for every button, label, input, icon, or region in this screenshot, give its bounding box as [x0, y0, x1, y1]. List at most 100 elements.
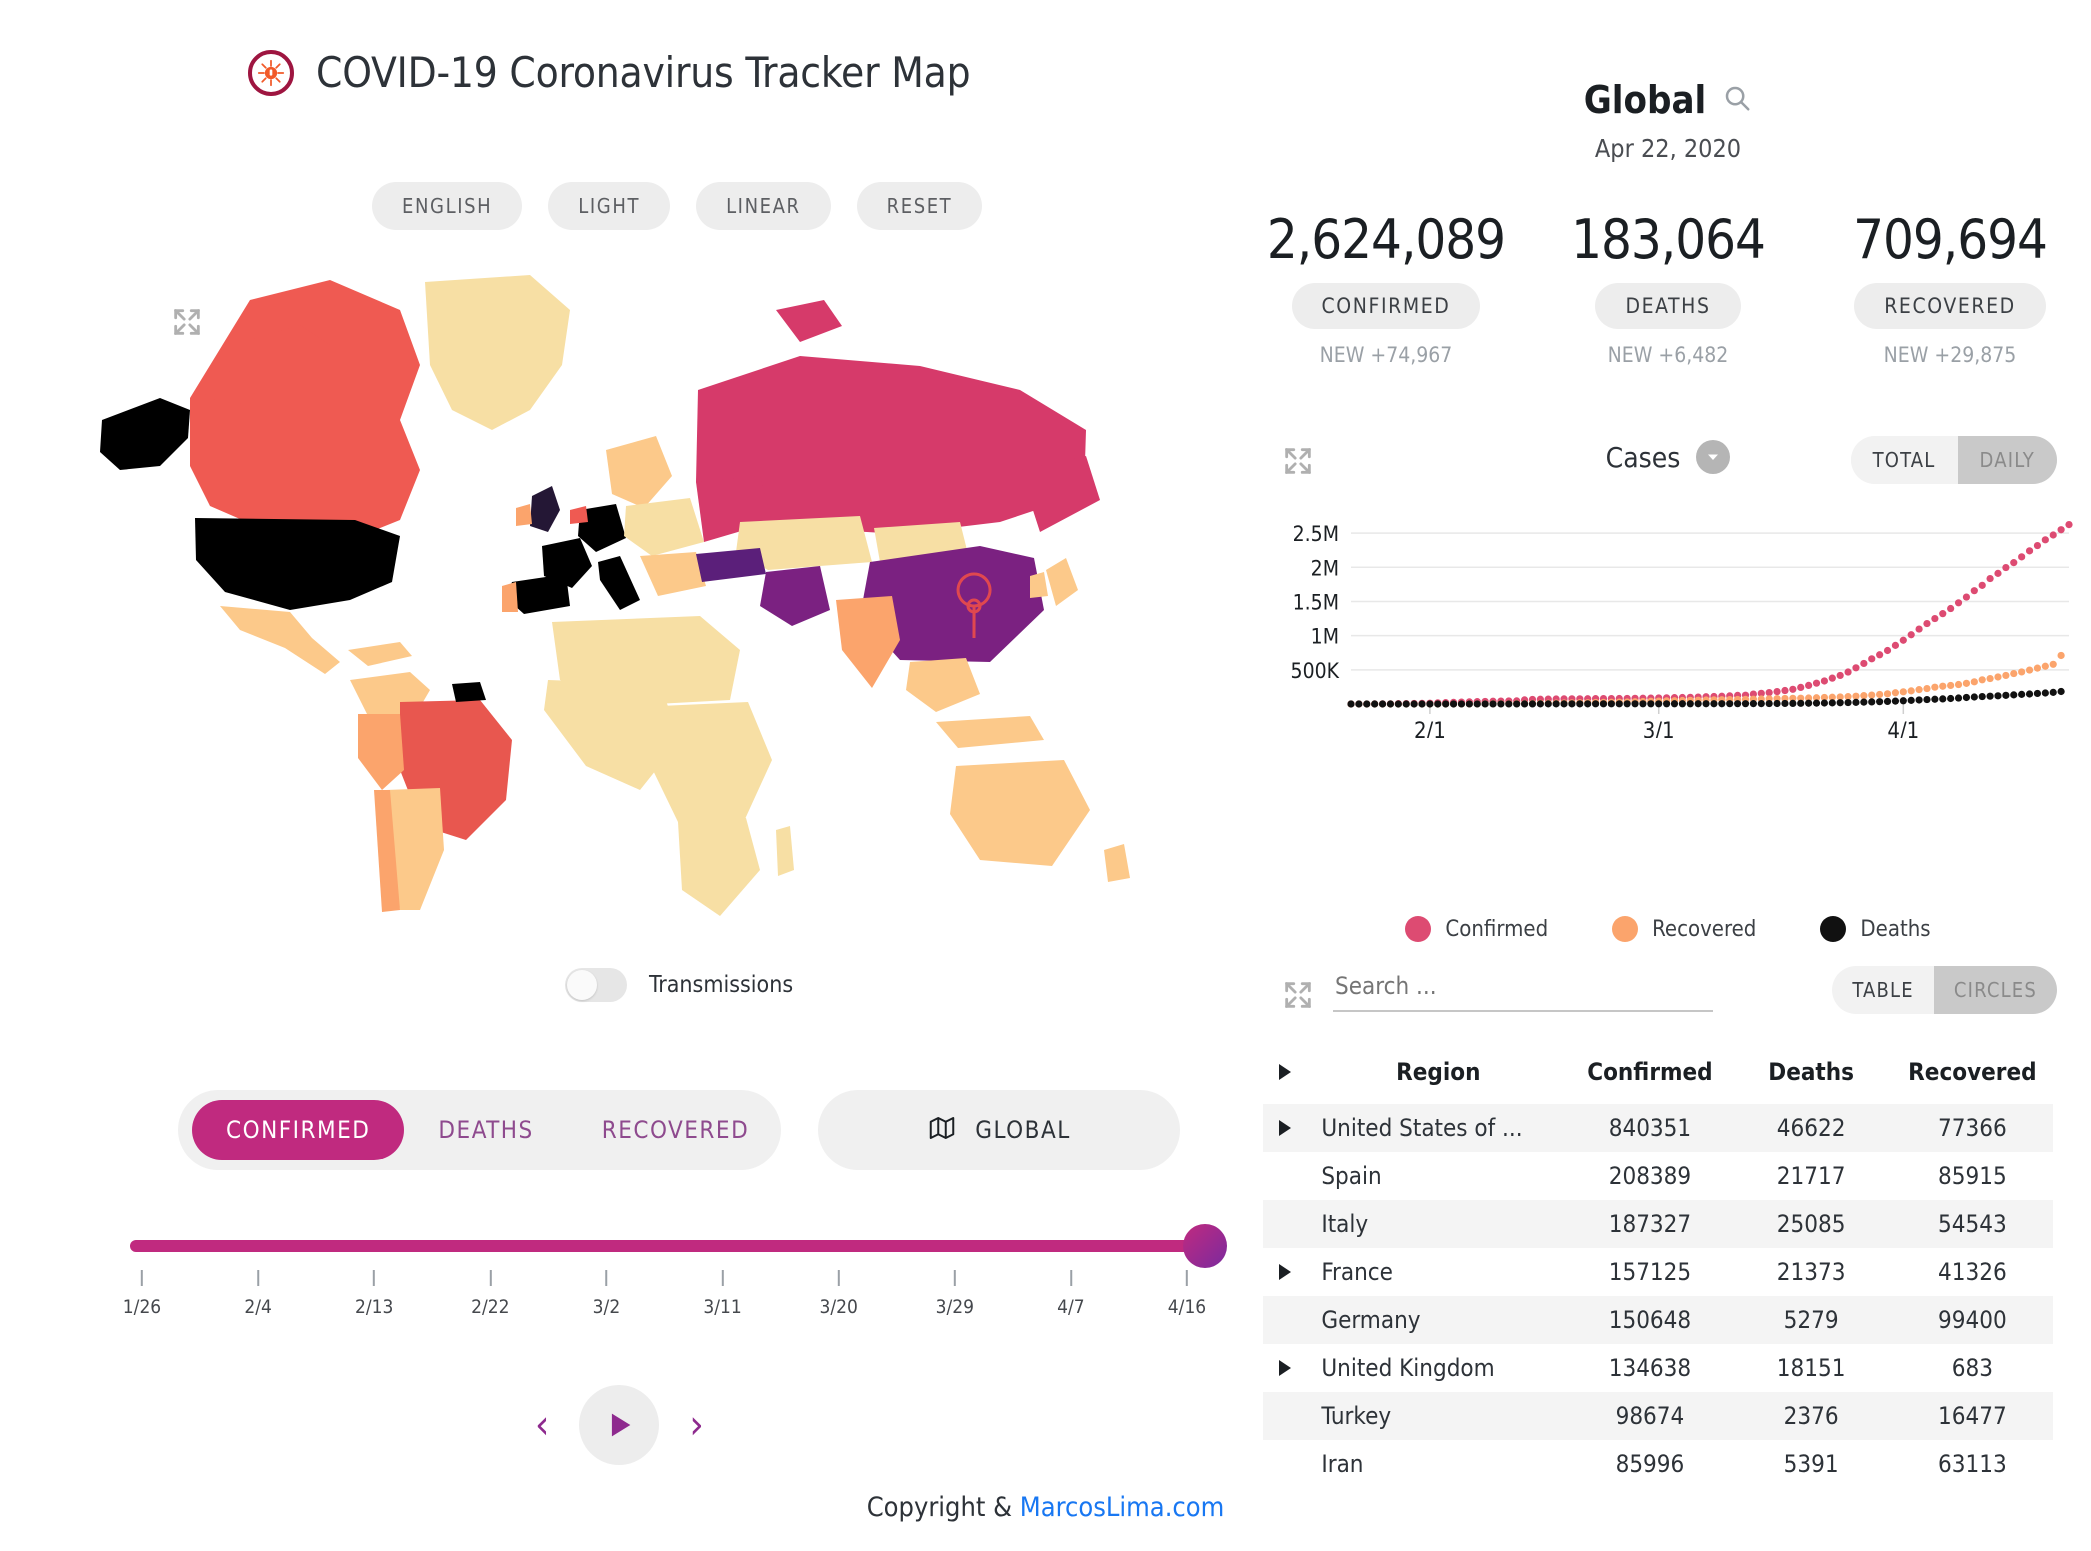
tab-deaths[interactable]: DEATHS: [404, 1100, 567, 1160]
map-options: ENGLISH LIGHT LINEAR RESET: [372, 182, 983, 230]
chart-mode-daily[interactable]: DAILY: [1957, 436, 2057, 484]
view-circles-button[interactable]: CIRCLES: [1933, 966, 2057, 1014]
stat-confirmed-new: NEW +74,967: [1319, 342, 1453, 367]
table-expand-icon[interactable]: [1281, 978, 1315, 1012]
chevron-left-icon[interactable]: ‹: [535, 1405, 549, 1445]
expand-all-cell[interactable]: [1263, 1048, 1307, 1104]
transmissions-label: Transmissions: [649, 972, 794, 998]
stat-deaths-label[interactable]: DEATHS: [1595, 282, 1741, 329]
timeline-track[interactable]: [130, 1224, 1227, 1268]
table-row[interactable]: Iran 85996 5391 63113: [1263, 1440, 2053, 1488]
country-usa: [195, 518, 400, 610]
cell-recovered: 683: [1951, 1354, 1993, 1382]
row-expand-toggle[interactable]: [1263, 1296, 1307, 1344]
timeline-tick: 3/29: [936, 1270, 974, 1318]
cell-deaths: 18151: [1776, 1354, 1846, 1382]
legend-dot-confirmed: [1405, 916, 1432, 942]
table-row[interactable]: United States of ... 840351 46622 77366: [1263, 1104, 2053, 1152]
chart-mode-toggle: TOTAL DAILY: [1850, 436, 2057, 484]
table-search[interactable]: [1333, 968, 1717, 1012]
col-deaths[interactable]: Deaths: [1731, 1048, 1892, 1104]
triangle-right-icon[interactable]: [1279, 1264, 1292, 1280]
legend-item-confirmed: Confirmed: [1405, 916, 1548, 942]
chevron-right-icon[interactable]: ›: [689, 1405, 703, 1445]
triangle-right-icon[interactable]: [1279, 1120, 1292, 1136]
cases-chart[interactable]: 500K 1M 1.5M 2M 2.5M 2/1 3/1 4/1: [1273, 508, 2073, 744]
table-row[interactable]: United Kingdom 134638 18151 683: [1263, 1344, 2053, 1392]
row-expand-toggle[interactable]: [1263, 1392, 1307, 1440]
timeline-tick: 1/26: [123, 1270, 161, 1318]
table-row[interactable]: Italy 187327 25085 54543: [1263, 1200, 2053, 1248]
table-row[interactable]: France 157125 21373 41326: [1263, 1248, 2053, 1296]
chart-y-tick: 2.5M: [1293, 522, 1339, 546]
row-expand-toggle[interactable]: [1263, 1104, 1307, 1152]
row-expand-toggle[interactable]: [1263, 1344, 1307, 1392]
footer-link[interactable]: MarcosLima.com: [1020, 1492, 1225, 1523]
stat-confirmed-label[interactable]: CONFIRMED: [1291, 282, 1481, 329]
row-expand-toggle[interactable]: [1263, 1152, 1307, 1200]
timeline-slider[interactable]: 1/26 2/4 2/13 2/22 3/2 3/11 3/20 3/29 4/7 4/16: [123, 1224, 1230, 1330]
country-caribbean: [348, 642, 412, 666]
country-poland-east: [624, 498, 704, 556]
triangle-right-icon[interactable]: [1279, 1360, 1292, 1376]
chevron-down-icon[interactable]: [1696, 440, 1731, 474]
theme-button[interactable]: LIGHT: [548, 182, 671, 230]
cell-region: Turkey: [1321, 1402, 1392, 1430]
tab-recovered[interactable]: RECOVERED: [568, 1100, 783, 1160]
table-row[interactable]: Spain 208389 21717 85915: [1263, 1152, 2053, 1200]
table-row[interactable]: Turkey 98674 2376 16477: [1263, 1392, 2053, 1440]
language-button[interactable]: ENGLISH: [372, 182, 523, 230]
regions-table: Region Confirmed Deaths Recovered United…: [1263, 1048, 2053, 1488]
chart-y-tick: 500K: [1291, 659, 1340, 683]
cell-deaths: 21717: [1776, 1162, 1846, 1190]
triangle-right-icon[interactable]: [1279, 1064, 1292, 1080]
map-icon: [927, 1113, 957, 1147]
tab-confirmed[interactable]: CONFIRMED: [192, 1100, 405, 1160]
cell-deaths: 46622: [1776, 1114, 1846, 1142]
country-russia-arctic: [776, 300, 842, 342]
play-button[interactable]: [579, 1385, 660, 1465]
search-input[interactable]: [1333, 968, 1717, 1010]
cases-chart-svg: 500K 1M 1.5M 2M 2.5M 2/1 3/1 4/1: [1291, 521, 2073, 744]
timeline-handle[interactable]: [1183, 1224, 1227, 1268]
chart-mode-total[interactable]: TOTAL: [1850, 436, 1958, 484]
country-ireland: [516, 504, 532, 526]
legend-dot-recovered: [1612, 916, 1639, 942]
country-guyana: [452, 682, 486, 702]
country-netherlands: [570, 506, 588, 524]
reset-button[interactable]: RESET: [856, 182, 983, 230]
stat-deaths-value: 183,064: [1571, 208, 1766, 271]
stat-recovered-value: 709,694: [1853, 208, 2048, 271]
country-uk: [530, 486, 560, 532]
world-map[interactable]: [100, 270, 1160, 950]
cell-confirmed: 85996: [1615, 1450, 1685, 1478]
search-icon[interactable]: [1722, 83, 1752, 117]
scope-global-button[interactable]: GLOBAL: [818, 1090, 1180, 1170]
scale-button[interactable]: LINEAR: [696, 182, 831, 230]
row-expand-toggle[interactable]: [1263, 1440, 1307, 1488]
legend-item-deaths: Deaths: [1820, 916, 1931, 942]
table-row[interactable]: Germany 150648 5279 99400: [1263, 1296, 2053, 1344]
scope-global-label: GLOBAL: [975, 1116, 1071, 1144]
col-confirmed[interactable]: Confirmed: [1569, 1048, 1730, 1104]
legend-dot-deaths: [1820, 916, 1847, 942]
legend-label-deaths: Deaths: [1860, 916, 1931, 942]
row-expand-toggle[interactable]: [1263, 1248, 1307, 1296]
view-table-button[interactable]: TABLE: [1832, 966, 1934, 1014]
timeline-tick: 2/4: [244, 1270, 272, 1318]
summary-stats: 2,624,089 CONFIRMED NEW +74,967 183,064 …: [1245, 208, 2091, 367]
cell-confirmed: 98674: [1615, 1402, 1685, 1430]
country-canada: [190, 280, 420, 540]
stat-deaths-new: NEW +6,482: [1607, 342, 1729, 367]
country-central-east-africa: [648, 702, 772, 830]
table-view-toggle: TABLE CIRCLES: [1832, 966, 2057, 1014]
scope-header: Global Apr 22, 2020: [1245, 78, 2091, 163]
world-map-svg[interactable]: [100, 270, 1160, 950]
cell-region: United States of ...: [1321, 1114, 1523, 1142]
chart-x-tick: 2/1: [1414, 719, 1446, 738]
stat-recovered-label[interactable]: RECOVERED: [1854, 282, 2046, 329]
col-region[interactable]: Region: [1307, 1048, 1569, 1104]
row-expand-toggle[interactable]: [1263, 1200, 1307, 1248]
transmissions-toggle[interactable]: [565, 968, 627, 1002]
col-recovered[interactable]: Recovered: [1892, 1048, 2053, 1104]
